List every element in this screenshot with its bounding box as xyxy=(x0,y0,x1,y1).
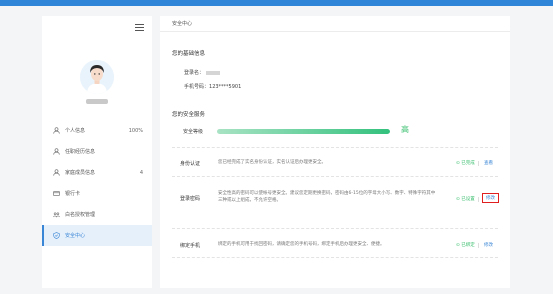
user-icon xyxy=(53,127,60,134)
security-service-title: 您的安全服务 xyxy=(172,112,206,118)
sidebar-item-label: 安全中心 xyxy=(65,233,86,239)
sidebar-item-label: 银行卡 xyxy=(65,191,81,197)
login-name-masked xyxy=(206,70,221,75)
login-name-label: 登录名： xyxy=(184,70,205,76)
sidebar-item-value: 100% xyxy=(128,127,143,134)
menu-icon[interactable] xyxy=(135,24,144,31)
status-text: 已完成 xyxy=(461,161,475,166)
view-identity-link[interactable]: 查看 xyxy=(484,160,493,166)
card-icon xyxy=(53,191,60,196)
security-level-label: 安全等级 xyxy=(183,129,204,135)
top-accent-bar xyxy=(0,0,553,6)
status-text: 已绑定 xyxy=(461,243,475,248)
security-level-bar xyxy=(217,129,390,134)
status-badge: ⊙ 已绑定 xyxy=(456,243,475,248)
row-label: 身份认证 xyxy=(180,161,201,167)
modify-phone-link[interactable]: 修改 xyxy=(484,242,493,248)
sidebar-item-value: 4 xyxy=(139,169,143,176)
sidebar-item-label: 个人信息 xyxy=(65,128,86,134)
sidebar-item-security-center[interactable]: 安全中心 xyxy=(42,225,152,246)
row-label: 登录密码 xyxy=(180,196,201,202)
user-name-masked xyxy=(86,99,108,104)
identity-auth-row: 身份认证 您已经完成了实名身份认证，实名认证后办理更安全。 ⊙ 已完成 查看 xyxy=(172,147,498,176)
sidebar-nav: 个人信息 100% 任职经历信息 家庭成员信息 4 银行卡 白名授权管理 安全中… xyxy=(42,120,152,246)
sidebar-item-bank-card[interactable]: 银行卡 xyxy=(42,183,152,204)
basic-info-title: 您的基础信息 xyxy=(172,51,206,57)
page-title: 安全中心 xyxy=(160,16,510,32)
divider xyxy=(478,243,479,248)
avatar xyxy=(80,60,114,94)
sidebar-item-family[interactable]: 家庭成员信息 4 xyxy=(42,162,152,183)
row-description: 绑定的手机可用于找回密码，请确定您的手机号码，绑定手机后办理更安全、便捷。 xyxy=(218,242,385,247)
sidebar-item-authorization[interactable]: 白名授权管理 xyxy=(42,204,152,225)
shield-icon xyxy=(53,232,60,239)
login-name-row: 登录名： xyxy=(184,69,221,76)
security-level-fill xyxy=(217,129,390,134)
phone-label: 手机号码： xyxy=(184,84,210,90)
phone-row: 手机号码：123****5901 xyxy=(184,83,241,90)
sidebar-item-label: 白名授权管理 xyxy=(65,212,96,218)
sidebar-item-label: 任职经历信息 xyxy=(65,149,96,155)
row-description: 您已经完成了实名身份认证，实名认证后办理更安全。 xyxy=(218,160,326,165)
bind-phone-row: 绑定手机 绑定的手机可用于找回密码，请确定您的手机号码，绑定手机后办理更安全、便… xyxy=(172,228,498,258)
user-icon xyxy=(53,148,60,155)
login-password-row: 登录密码 安全性高的密码可以使帐号更安全。建议您定期更换密码，密码由6-15位的… xyxy=(172,176,499,228)
modify-password-link[interactable]: 修改 xyxy=(482,193,499,203)
row-description: 安全性高的密码可以使帐号更安全。建议您定期更换密码，密码由6-15位的字母大小写… xyxy=(218,191,436,203)
group-icon xyxy=(53,212,60,218)
security-level-text: 高 xyxy=(401,125,409,134)
security-center-panel: 安全中心 您的基础信息 登录名： 手机号码：123****5901 您的安全服务… xyxy=(160,16,510,288)
user-icon xyxy=(53,169,60,176)
sidebar-item-employment[interactable]: 任职经历信息 xyxy=(42,141,152,162)
status-badge: ⊙ 已设置 xyxy=(456,197,475,202)
row-label: 绑定手机 xyxy=(180,243,201,249)
divider xyxy=(478,197,479,202)
status-badge: ⊙ 已完成 xyxy=(456,161,475,166)
sidebar: 个人信息 100% 任职经历信息 家庭成员信息 4 银行卡 白名授权管理 安全中… xyxy=(42,16,152,288)
status-text: 已设置 xyxy=(461,197,475,202)
sidebar-item-personal-info[interactable]: 个人信息 100% xyxy=(42,120,152,141)
phone-value: 123****5901 xyxy=(209,84,242,90)
divider xyxy=(478,161,479,166)
sidebar-item-label: 家庭成员信息 xyxy=(65,170,96,176)
